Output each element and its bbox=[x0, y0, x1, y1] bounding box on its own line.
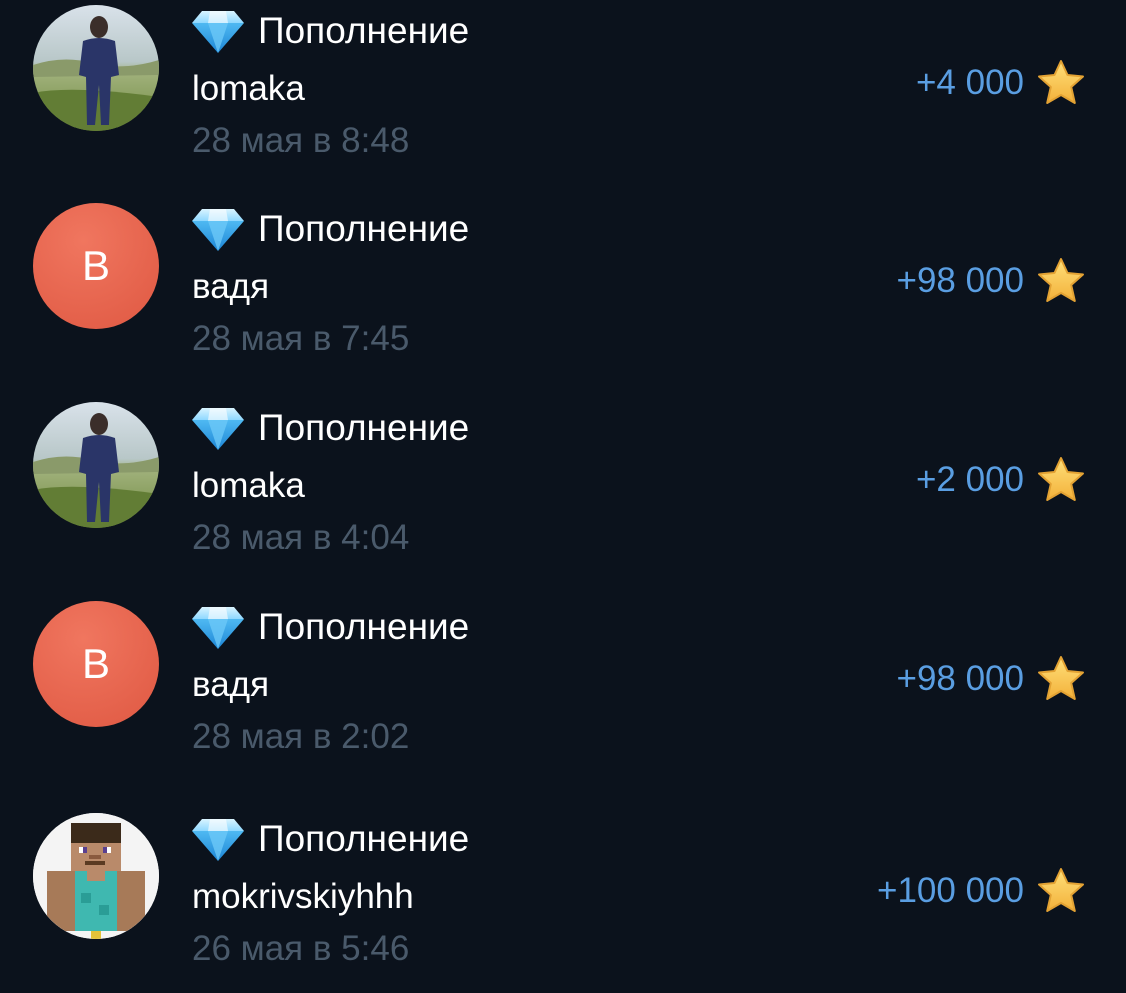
transaction-type-label: Пополнение bbox=[258, 407, 470, 448]
user-avatar-photo bbox=[33, 402, 159, 528]
sender-name: вадя bbox=[192, 267, 270, 306]
transaction-type-label: Пополнение bbox=[258, 208, 470, 249]
transaction-date: 28 мая в 2:02 bbox=[192, 717, 410, 756]
transaction-row[interactable]: В Пополнение вадя 28 мая в 2:02 +98 000 bbox=[0, 596, 1126, 781]
star-icon bbox=[1038, 868, 1084, 912]
sender-name: вадя bbox=[192, 665, 270, 704]
transaction-amount: +2 000 bbox=[916, 455, 1086, 505]
transaction-title: Пополнение bbox=[192, 8, 469, 54]
amount-value: +4 000 bbox=[915, 63, 1024, 102]
transaction-date: 28 мая в 7:45 bbox=[192, 319, 410, 358]
diamond-icon bbox=[192, 607, 244, 649]
avatar-initial: В bbox=[81, 242, 110, 289]
star-icon bbox=[1038, 60, 1084, 104]
star-icon bbox=[1038, 656, 1084, 700]
transaction-title: Пополнение bbox=[192, 405, 469, 451]
amount-value: +100 000 bbox=[877, 871, 1024, 910]
transaction-date: 26 мая в 5:46 bbox=[192, 929, 410, 968]
amount-value: +98 000 bbox=[896, 659, 1025, 698]
transaction-amount: +100 000 bbox=[877, 866, 1086, 916]
user-avatar-letter: В bbox=[33, 203, 159, 329]
transaction-title: Пополнение bbox=[192, 604, 469, 650]
transaction-row[interactable]: Пополнение lomaka 28 мая в 8:48 +4 000 bbox=[0, 0, 1126, 185]
user-avatar-pixel-character bbox=[33, 813, 159, 939]
avatar-initial: В bbox=[81, 640, 110, 687]
sender-name: lomaka bbox=[192, 466, 305, 505]
diamond-icon bbox=[192, 11, 244, 53]
transaction-title: Пополнение bbox=[192, 206, 469, 252]
sender-name: mokrivskiyhhh bbox=[192, 877, 414, 916]
user-avatar-letter: В bbox=[33, 601, 159, 727]
star-icon bbox=[1038, 258, 1084, 302]
transaction-type-label: Пополнение bbox=[258, 10, 470, 51]
diamond-icon bbox=[192, 209, 244, 251]
transaction-title: Пополнение bbox=[192, 816, 469, 862]
sender-name: lomaka bbox=[192, 69, 305, 108]
transaction-date: 28 мая в 8:48 bbox=[192, 121, 410, 160]
transaction-date: 28 мая в 4:04 bbox=[192, 518, 410, 557]
transaction-type-label: Пополнение bbox=[258, 606, 470, 647]
transaction-row[interactable]: В Пополнение вадя 28 мая в 7:45 +98 000 bbox=[0, 198, 1126, 383]
diamond-icon bbox=[192, 819, 244, 861]
star-icon bbox=[1038, 457, 1084, 501]
transaction-amount: +98 000 bbox=[897, 256, 1087, 306]
transaction-amount: +98 000 bbox=[897, 654, 1087, 704]
transaction-row[interactable]: Пополнение lomaka 28 мая в 4:04 +2 000 bbox=[0, 397, 1126, 582]
transaction-type-label: Пополнение bbox=[258, 818, 470, 859]
amount-value: +98 000 bbox=[896, 261, 1025, 300]
diamond-icon bbox=[192, 408, 244, 450]
transaction-amount: +4 000 bbox=[916, 58, 1086, 108]
user-avatar-photo bbox=[33, 5, 159, 131]
transaction-list: Пополнение lomaka 28 мая в 8:48 +4 000 В… bbox=[0, 0, 1126, 985]
amount-value: +2 000 bbox=[915, 460, 1024, 499]
transaction-row[interactable]: Пополнение mokrivskiyhhh 26 мая в 5:46 +… bbox=[0, 808, 1126, 993]
